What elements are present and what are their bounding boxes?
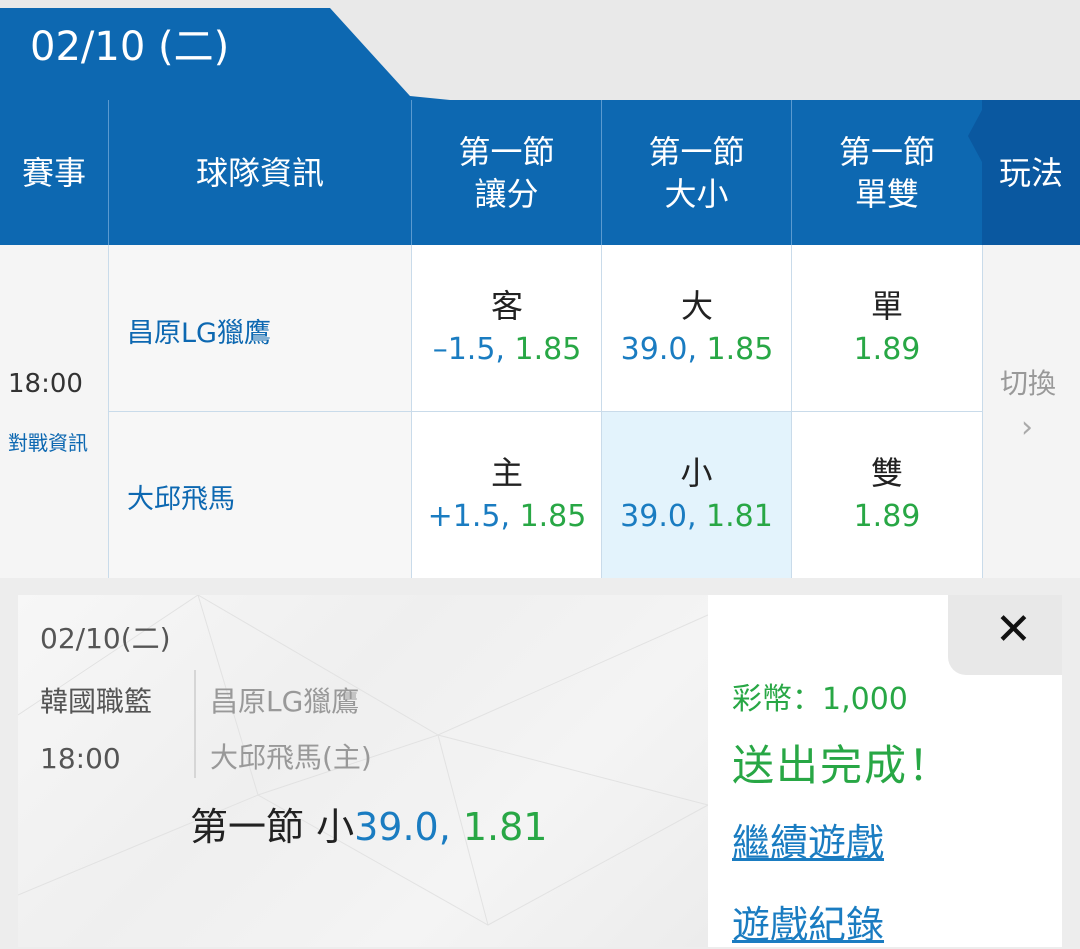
- bet-cell-line: 39.0,: [620, 332, 697, 367]
- header-play-label: 玩法: [998, 153, 1063, 192]
- bet-cell-label: 客: [490, 287, 523, 325]
- submit-status: 送出完成！: [732, 741, 953, 790]
- bet-cell-odds: 1.81: [706, 499, 773, 534]
- bet-cell-label: 小: [680, 454, 713, 492]
- slip-team-home: 大邱飛馬(主): [210, 741, 372, 774]
- home-team-name: 大邱飛馬: [127, 484, 235, 515]
- match-info-link[interactable]: 對戰資訊: [8, 427, 88, 456]
- slip-bet-line: 39.0,: [354, 805, 451, 849]
- date-header: 02/10 (二): [30, 24, 230, 70]
- header-team-info-label: 球隊資訊: [195, 153, 324, 192]
- slip-bet-odds: 1.81: [450, 805, 548, 849]
- bet-cell-label: 大: [680, 287, 713, 325]
- bet-cell-label: 單: [870, 287, 903, 325]
- slip-time: 18:00: [40, 742, 121, 775]
- bet-cell-even[interactable]: 雙 1.89: [792, 412, 982, 578]
- bet-cell-odds: 1.89: [853, 499, 921, 534]
- header-oddeven: 第一節 單雙: [792, 100, 982, 245]
- chevron-right-icon[interactable]: ›: [1021, 410, 1033, 445]
- header-total-line2: 大小: [664, 174, 729, 213]
- header-oddeven-line1: 第一節: [838, 132, 935, 171]
- bet-cell-label: 雙: [870, 454, 903, 492]
- header-event-label: 賽事: [21, 153, 86, 192]
- slip-divider: [194, 670, 196, 778]
- continue-game-link[interactable]: 繼續遊戲: [732, 812, 884, 867]
- close-icon[interactable]: ✕: [995, 604, 1032, 655]
- away-team-name: 昌原LG獵鷹: [127, 318, 271, 349]
- bet-cell-under-selected[interactable]: 小 39.0, 1.81: [602, 412, 791, 578]
- event-column: [0, 245, 108, 578]
- header-total: 第一節 大小: [602, 100, 791, 245]
- switch-label[interactable]: 切換: [1000, 362, 1056, 402]
- match-table: 18:00 對戰資訊 昌原LG獵鷹 大邱飛馬 客 –1.5, 1.85 大 39…: [0, 245, 1080, 578]
- bet-cell-odds: 1.85: [519, 499, 587, 534]
- header-play[interactable]: 玩法: [982, 100, 1080, 245]
- header-oddeven-line2: 單雙: [854, 174, 919, 213]
- header-spread-line1: 第一節: [458, 132, 555, 171]
- bet-cell-line: 39.0,: [620, 499, 697, 534]
- slip-team-away: 昌原LG獵鷹: [210, 685, 360, 718]
- table-header: 賽事 球隊資訊 第一節 讓分 第一節 大小 第一節 單雙 玩法: [0, 100, 1080, 245]
- match-time: 18:00: [8, 369, 83, 399]
- bet-cell-odds: 1.89: [853, 332, 921, 367]
- header-total-line1: 第一節: [648, 132, 745, 171]
- header-spread-line2: 讓分: [474, 174, 539, 213]
- header-spread: 第一節 讓分: [412, 100, 601, 245]
- slip-bet-prefix: 第一節 小: [190, 805, 355, 849]
- bet-cell-odd[interactable]: 單 1.89: [792, 245, 982, 411]
- bet-cell-line: +1.5,: [427, 499, 511, 534]
- bet-cell-over[interactable]: 大 39.0, 1.85: [602, 245, 792, 411]
- bet-cell-home-spread[interactable]: 主 +1.5, 1.85: [412, 412, 602, 578]
- bet-cell-line: –1.5,: [432, 332, 505, 367]
- game-history-link[interactable]: 遊戲紀錄: [732, 894, 884, 949]
- slip-bet-summary: 第一節 小39.0, 1.81: [190, 796, 548, 851]
- bet-cell-label: 主: [490, 454, 523, 492]
- slip-date: 02/10(二): [40, 622, 171, 655]
- play-tab-notch: [968, 110, 982, 162]
- slip-league: 韓國職籃: [40, 685, 153, 718]
- bet-cell-odds: 1.85: [706, 332, 774, 367]
- coin-balance: 彩幣：1,000: [732, 682, 908, 717]
- bet-cell-odds: 1.85: [514, 332, 582, 367]
- header-team-info: 球隊資訊: [109, 100, 411, 245]
- bet-cell-away-spread[interactable]: 客 –1.5, 1.85: [412, 245, 602, 411]
- header-event: 賽事: [0, 100, 108, 245]
